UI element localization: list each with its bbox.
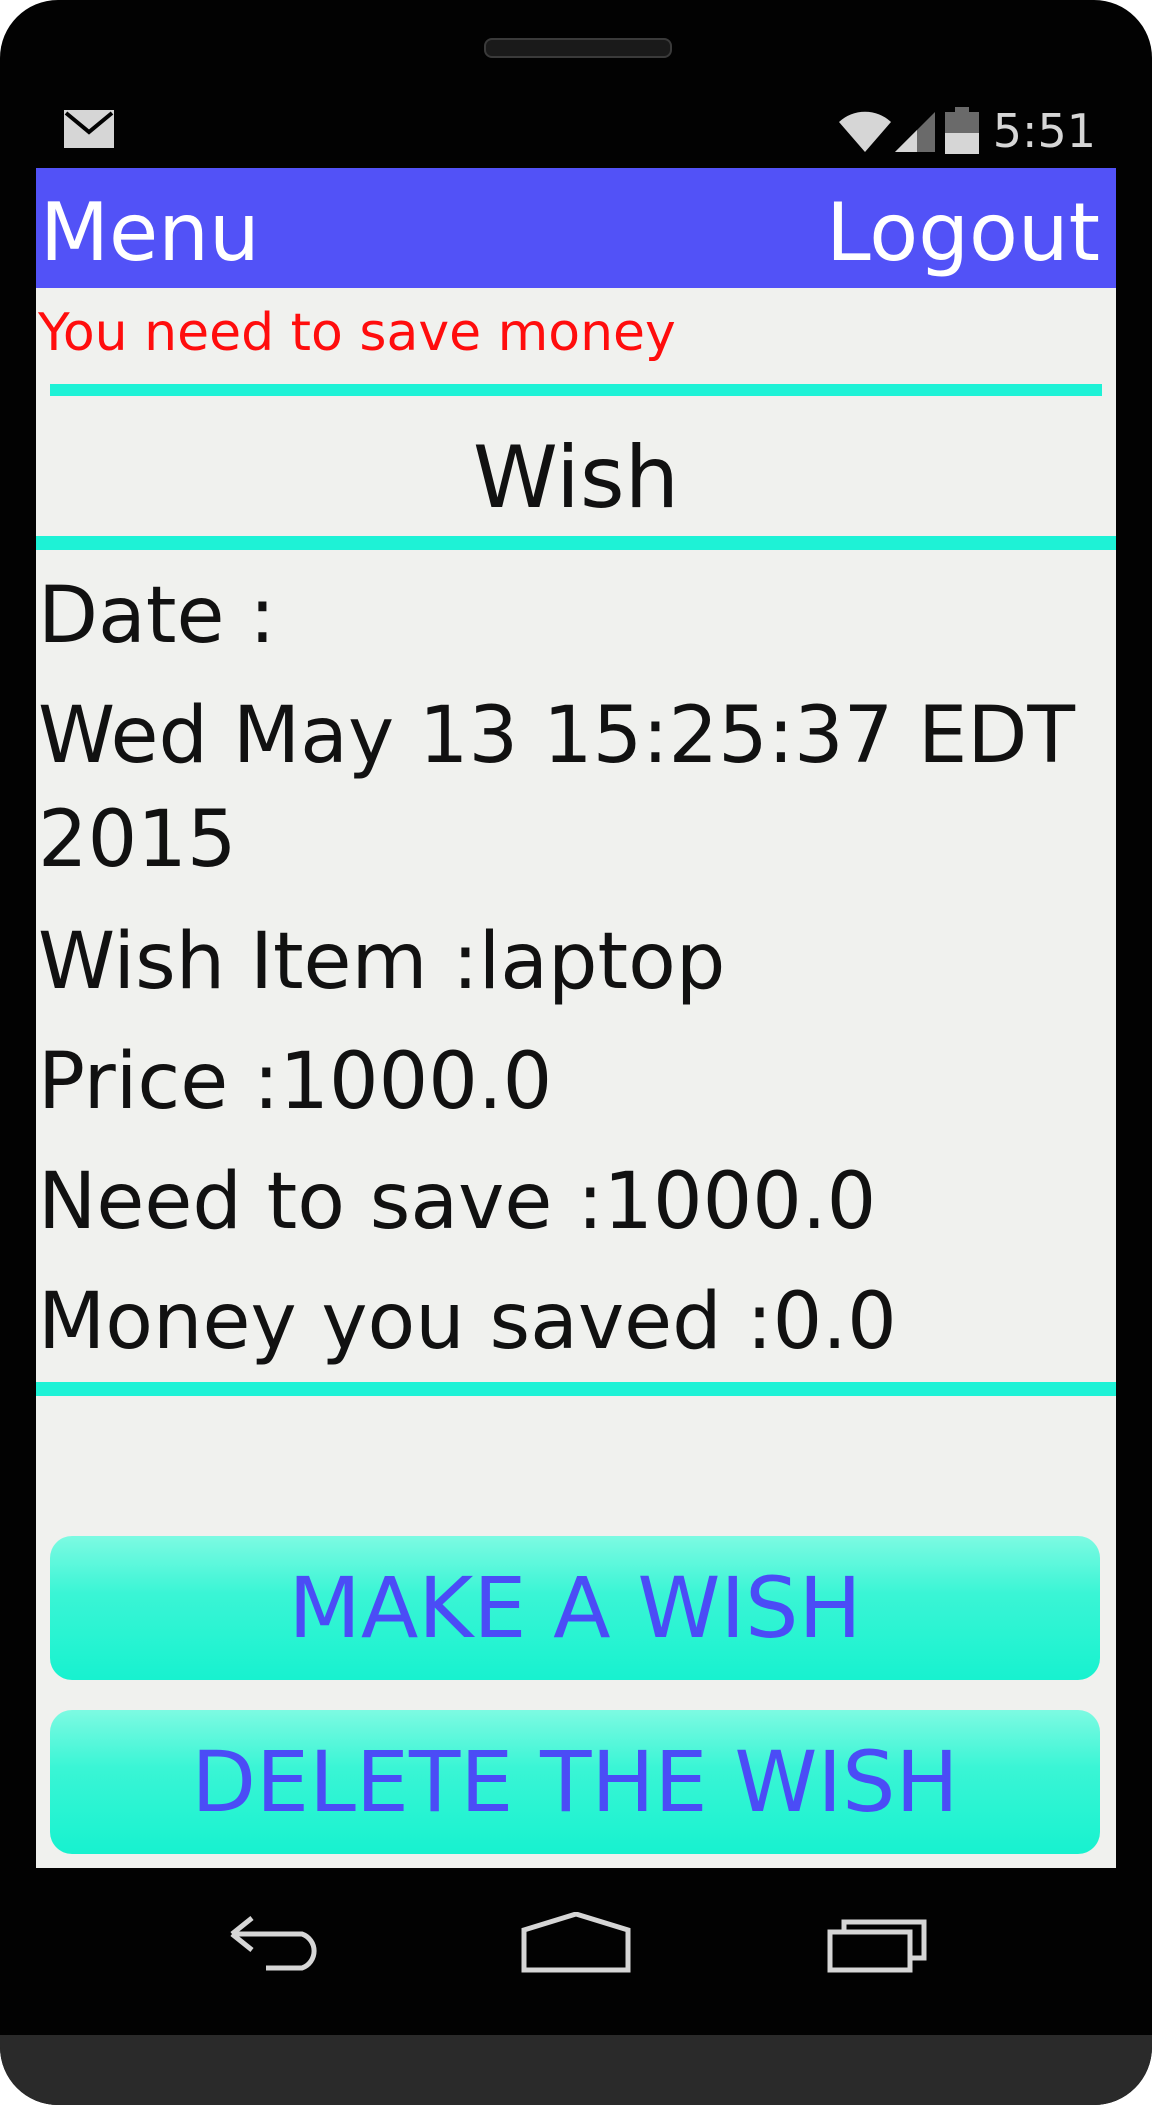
app-screen: Menu Logout You need to save money Wish … <box>36 168 1116 1868</box>
action-bar: Menu Logout <box>36 168 1116 288</box>
save-money-warning: You need to save money <box>38 303 676 363</box>
signal-icon <box>893 108 937 154</box>
divider <box>36 1382 1116 1396</box>
divider <box>50 384 1102 396</box>
delete-wish-button[interactable]: DELETE THE WISH <box>50 1710 1100 1854</box>
wifi-icon <box>837 108 893 154</box>
clock: 5:51 <box>992 104 1096 158</box>
section-title: Wish <box>472 428 680 528</box>
make-wish-button[interactable]: MAKE A WISH <box>50 1536 1100 1680</box>
navigation-bar <box>0 1868 1152 2028</box>
wish-item: Wish Item :laptop <box>38 917 726 1007</box>
back-icon[interactable] <box>226 1912 326 1976</box>
status-bar: 5:51 <box>36 100 1116 168</box>
divider <box>36 536 1116 550</box>
recent-apps-icon[interactable] <box>826 1912 930 1978</box>
mail-icon <box>64 110 114 152</box>
battery-icon <box>944 107 979 155</box>
price: Price :1000.0 <box>38 1037 553 1127</box>
need-to-save: Need to save :1000.0 <box>38 1157 877 1247</box>
device-bottom-edge <box>0 2035 1152 2105</box>
phone-frame: 5:51 Menu Logout You need to save money … <box>0 0 1152 2105</box>
menu-button[interactable]: Menu <box>40 188 260 278</box>
date-value: Wed May 13 15:25:37 EDT 2015 <box>38 691 1076 885</box>
earpiece-speaker <box>484 38 672 58</box>
logout-button[interactable]: Logout <box>826 188 1100 278</box>
money-saved: Money you saved :0.0 <box>38 1277 897 1367</box>
home-icon[interactable] <box>520 1911 632 1978</box>
date-label: Date : <box>38 571 276 661</box>
